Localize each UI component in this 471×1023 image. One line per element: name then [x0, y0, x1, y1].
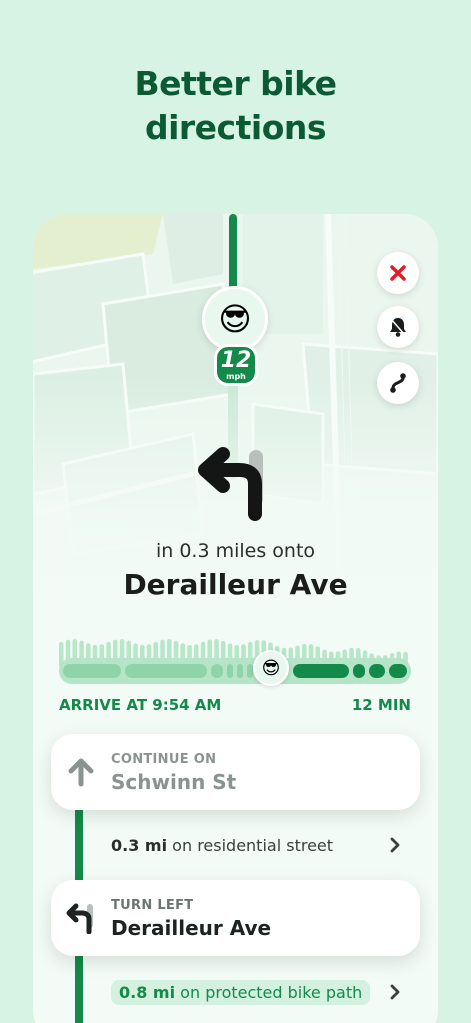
headline-line-1: Better bike — [134, 64, 337, 103]
headline: Better bike directions — [0, 62, 471, 150]
progress-rider-emoji: 😎 — [261, 657, 281, 679]
trip-progress-bar — [59, 658, 411, 684]
segment-description: on protected bike path — [180, 982, 363, 1002]
turn-left-icon — [66, 903, 93, 934]
speed-value: 12 — [220, 347, 252, 373]
speed-badge: 12 mph — [214, 344, 258, 386]
segment-distance: 0.8 mi — [119, 982, 176, 1002]
rider-avatar: 😎 — [202, 286, 268, 352]
close-button[interactable] — [377, 252, 419, 294]
progress-rider-avatar: 😎 — [253, 650, 289, 686]
segment-row-residential[interactable]: 0.3 mi on residential street — [111, 831, 401, 859]
phone-screen: 😎 12 mph in 0.3 miles onto Derailleur Av… — [33, 214, 438, 1023]
step-kicker: CONTINUE ON — [111, 752, 217, 767]
chevron-right-icon — [390, 837, 400, 853]
segment-row-bike-path[interactable]: 0.8 mi on protected bike path — [111, 978, 401, 1006]
trip-duration: 12 MIN — [351, 696, 411, 714]
headline-line-2: directions — [144, 108, 327, 147]
rider-emoji: 😎 — [218, 300, 252, 338]
arrival-time: ARRIVE AT 9:54 AM — [59, 696, 222, 714]
instruction-street: Derailleur Ave — [123, 568, 348, 601]
segment-text: 0.8 mi on protected bike path — [111, 979, 371, 1005]
chevron-right-icon — [390, 984, 400, 1000]
instruction-distance: in 0.3 miles onto — [155, 540, 316, 562]
bell-icon — [390, 318, 406, 337]
speed-unit: mph — [226, 371, 246, 381]
arrow-up-icon — [68, 758, 94, 787]
step-kicker: TURN LEFT — [111, 898, 194, 913]
alerts-button[interactable] — [377, 306, 419, 348]
segment-distance: 0.3 mi — [111, 835, 168, 855]
turn-left-arrow-icon — [198, 447, 263, 521]
step-street: Schwinn St — [111, 770, 237, 794]
step-card-turn-left[interactable]: TURN LEFT Derailleur Ave — [51, 880, 420, 956]
segment-text: 0.3 mi on residential street — [111, 836, 333, 855]
route-options-icon — [390, 373, 406, 393]
segment-description: on residential street — [172, 835, 334, 855]
step-card-continue[interactable]: CONTINUE ON Schwinn St — [51, 734, 420, 810]
eta-row: ARRIVE AT 9:54 AM 12 MIN — [59, 696, 411, 714]
route-options-button[interactable] — [377, 362, 419, 404]
step-street: Derailleur Ave — [111, 916, 272, 940]
close-icon — [390, 265, 406, 281]
